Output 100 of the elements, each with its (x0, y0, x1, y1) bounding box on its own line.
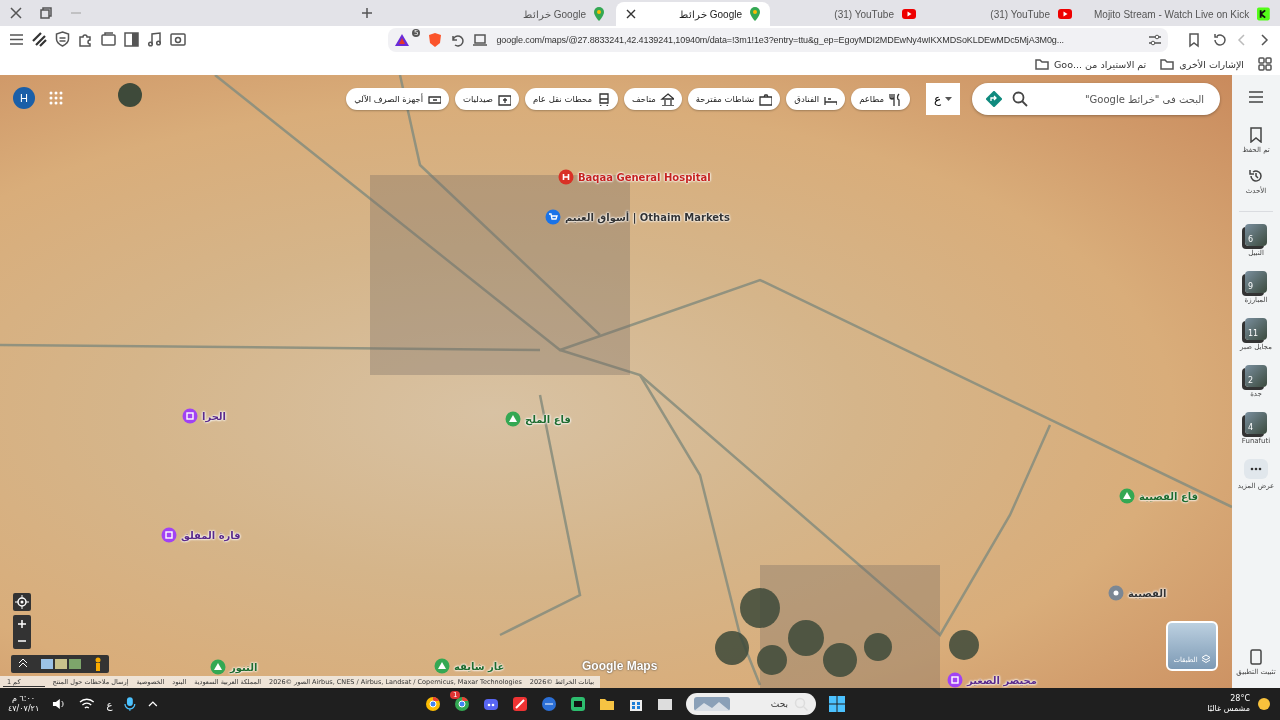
plus-icon[interactable] (361, 7, 373, 19)
more-icon (1244, 459, 1268, 479)
browser-tab[interactable]: Mojito Stream - Watch Live on Kick (1084, 2, 1280, 26)
music-note-icon[interactable] (146, 31, 163, 48)
lion-shield-icon (428, 31, 443, 48)
tab-title: (31) YouTube (990, 8, 1050, 20)
sidebar-icon[interactable] (123, 31, 140, 48)
category-icon (758, 92, 773, 106)
landmark-pin-icon[interactable] (182, 408, 198, 424)
bookmark-icon[interactable] (1186, 31, 1202, 48)
category-chip[interactable]: أجهزة الصرف الآلي (346, 88, 449, 110)
category-chip[interactable]: الفنادق (786, 88, 846, 110)
microphone-icon[interactable] (124, 696, 137, 712)
place-marker[interactable]: مجيصر الصغير (947, 672, 1038, 688)
category-chip[interactable]: صيدليات (455, 88, 519, 110)
nature-pin-icon[interactable] (210, 659, 226, 675)
nature-pin-icon[interactable] (1119, 488, 1135, 504)
category-chip[interactable]: محطات نقل عام (525, 88, 619, 110)
chrome-icon[interactable] (454, 696, 470, 712)
chevron-up-icon[interactable] (148, 701, 158, 707)
landscape-icon (694, 697, 730, 711)
place-name: أسواق العثيم | Othaim Markets (565, 211, 730, 223)
shield-icon[interactable] (54, 31, 71, 48)
landmark-pin-icon[interactable] (947, 672, 963, 688)
zoom-controls-icon[interactable] (13, 615, 31, 649)
landmark-pin-icon[interactable] (161, 527, 177, 543)
youtube-logo-icon (902, 9, 916, 19)
folder-icon[interactable] (599, 696, 615, 712)
menu-icon[interactable] (1249, 91, 1263, 103)
close-icon[interactable] (10, 7, 22, 19)
hospital-pin-icon[interactable] (558, 169, 574, 185)
bookmark-folder[interactable]: تم الاستيراد من ...Goo (1035, 58, 1147, 70)
rewind-icon[interactable] (450, 32, 465, 47)
browser-tab[interactable]: خرائط Google (616, 2, 770, 26)
search-placeholder: بحث (769, 699, 788, 709)
tune-icon[interactable] (1148, 32, 1162, 47)
windows-logo-icon[interactable] (829, 696, 845, 712)
browser-tab[interactable]: (31) YouTube (928, 2, 1082, 26)
layers-icon (1200, 654, 1211, 664)
search-icon[interactable] (1012, 91, 1028, 107)
place-name: القصيبة (1128, 587, 1167, 599)
clock[interactable]: ٦:٠٠ م ٤٧/٠٧/٢١ (8, 694, 40, 714)
place-count: 11 (1248, 329, 1259, 338)
leo-icon[interactable] (31, 31, 48, 48)
browser-tab[interactable]: خرائط Google (460, 2, 614, 26)
category-icon (888, 92, 902, 106)
weather-text: مشمس غالبًا (1207, 704, 1250, 714)
chrome-icon[interactable] (425, 696, 441, 712)
place-marker[interactable]: أسواق العثيم | Othaim Markets (545, 209, 730, 225)
close-icon[interactable] (626, 9, 636, 19)
folder-icon (1160, 58, 1175, 70)
wifi-icon[interactable] (78, 697, 95, 711)
nature-pin-icon[interactable] (434, 658, 450, 674)
place-marker[interactable]: القصيبة (1108, 585, 1167, 601)
restore-icon[interactable] (40, 7, 52, 19)
kick-logo-icon (1257, 7, 1270, 21)
search-field[interactable]: البحث في "خرائط Google" (1038, 92, 1206, 106)
clock-time: ٦:٠٠ م (12, 694, 36, 704)
map-pin-icon (594, 7, 604, 21)
chat-app-icon[interactable] (570, 696, 586, 712)
crop-circle-drawing (118, 83, 142, 107)
bookmark-folder[interactable]: الإشارات الأخرى (1160, 58, 1244, 70)
shop-pin-icon[interactable] (545, 209, 561, 225)
place-name: التنور (230, 661, 258, 673)
satellite-map[interactable] (0, 75, 1232, 688)
reload-icon[interactable] (1212, 31, 1228, 48)
browser-tab[interactable]: (31) YouTube (772, 2, 926, 26)
place-marker[interactable]: قاع الملح (505, 411, 571, 427)
place-marker[interactable]: قارة المفلق (161, 527, 241, 543)
category-chip[interactable]: مطاعم (851, 88, 910, 110)
puzzle-icon[interactable] (77, 31, 94, 48)
category-icon (659, 92, 674, 106)
category-chip[interactable]: متاحف (624, 88, 682, 110)
window-icon[interactable] (657, 696, 673, 712)
menu-icon[interactable] (8, 31, 25, 48)
category-chip[interactable]: نشاطات مقترحة (687, 88, 781, 110)
input-language[interactable]: ع (106, 698, 113, 710)
wallet-icon[interactable] (100, 31, 117, 48)
shield-button[interactable] (428, 31, 443, 48)
taskbar-search[interactable]: بحث (686, 693, 816, 715)
nature-pin-icon[interactable] (505, 411, 521, 427)
apps-grid-icon[interactable] (1258, 57, 1272, 71)
discord-icon[interactable] (483, 696, 499, 712)
street-view-bar-icon[interactable] (11, 655, 109, 673)
search-bar[interactable]: البحث في "خرائط Google" (972, 83, 1220, 115)
town-pin-icon[interactable] (1108, 585, 1124, 601)
search-box-icon[interactable] (169, 31, 186, 48)
directions-icon[interactable] (986, 91, 1002, 107)
triangle-icon[interactable] (394, 32, 410, 47)
history-icon (1248, 168, 1264, 184)
place-count: 4 (1248, 423, 1254, 432)
place-name: قارة المفلق (181, 529, 241, 541)
place-name: قاع الملح (525, 413, 571, 425)
language-dropdown[interactable]: ع (926, 83, 960, 115)
place-marker[interactable]: الحرا (182, 408, 227, 424)
laptop-icon[interactable] (472, 32, 489, 47)
location-icon[interactable] (13, 593, 31, 611)
speaker-icon[interactable] (51, 697, 67, 711)
account-avatar[interactable]: H (13, 87, 35, 109)
place-count: 2 (1248, 376, 1254, 385)
